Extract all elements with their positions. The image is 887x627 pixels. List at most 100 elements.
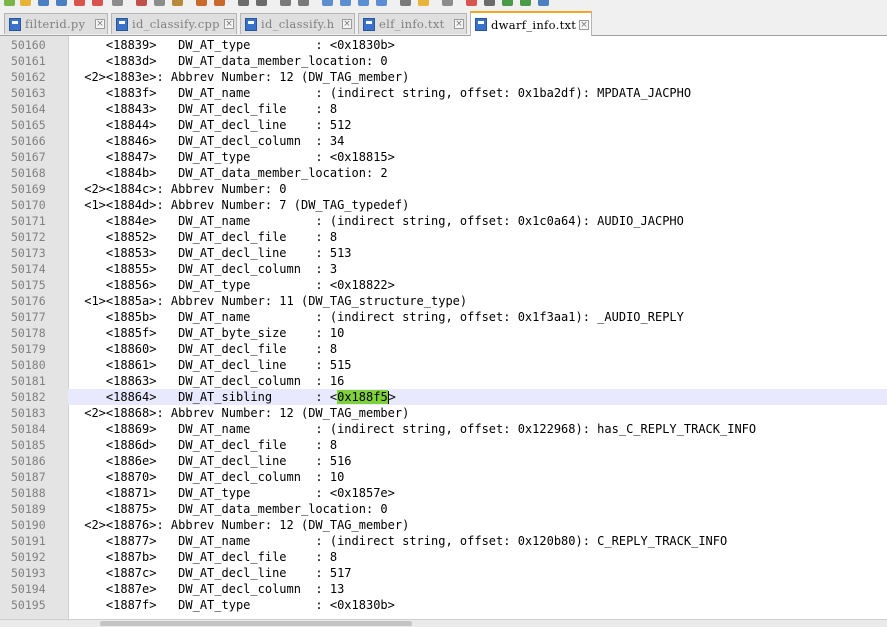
line-text[interactable]: <1883f> DW_AT_name : (indirect string, o… — [77, 85, 691, 101]
tab-close-icon[interactable]: × — [95, 19, 105, 29]
sync-scroll-icon[interactable] — [322, 0, 333, 6]
tab-close-icon[interactable]: × — [579, 19, 589, 30]
line-text[interactable]: <2><1884c>: Abbrev Number: 0 — [77, 181, 286, 197]
save-macro-icon[interactable] — [538, 0, 549, 6]
function-list-icon[interactable] — [400, 0, 411, 6]
code-line[interactable]: 50183 <2><18868>: Abbrev Number: 12 (DW_… — [0, 405, 887, 421]
code-line[interactable]: 50171 <1884e> DW_AT_name : (indirect str… — [0, 213, 887, 229]
code-line[interactable]: 50188 <18871> DW_AT_type : <0x1857e> — [0, 485, 887, 501]
line-text[interactable]: <18860> DW_AT_decl_file : 8 — [77, 341, 337, 357]
code-line[interactable]: 50180 <18861> DW_AT_decl_line : 515 — [0, 357, 887, 373]
tab-close-icon[interactable]: × — [342, 19, 352, 29]
code-line[interactable]: 50176 <1><1885a>: Abbrev Number: 11 (DW_… — [0, 293, 887, 309]
code-line[interactable]: 50163 <1883f> DW_AT_name : (indirect str… — [0, 85, 887, 101]
code-line[interactable]: 50191 <18877> DW_AT_name : (indirect str… — [0, 533, 887, 549]
line-text[interactable]: <18839> DW_AT_type : <0x1830b> — [77, 37, 395, 53]
line-text[interactable]: <1887e> DW_AT_decl_column : 13 — [77, 581, 344, 597]
word-wrap-icon[interactable] — [340, 0, 351, 6]
new-file-icon[interactable] — [4, 0, 15, 6]
line-text[interactable]: <18847> DW_AT_type : <0x18815> — [77, 149, 395, 165]
run-macro-multiple-icon[interactable] — [520, 0, 531, 6]
code-line[interactable]: 50181 <18863> DW_AT_decl_column : 16 — [0, 373, 887, 389]
show-all-chars-icon[interactable] — [358, 0, 369, 6]
code-line[interactable]: 50173 <18853> DW_AT_decl_line : 513 — [0, 245, 887, 261]
code-line[interactable]: 50186 <1886e> DW_AT_decl_line : 516 — [0, 453, 887, 469]
tab-filterid-py[interactable]: filterid.py × — [4, 13, 108, 34]
line-text[interactable]: <18856> DW_AT_type : <0x18822> — [77, 277, 395, 293]
line-text[interactable]: <1885b> DW_AT_name : (indirect string, o… — [77, 309, 684, 325]
record-macro-icon[interactable] — [466, 0, 477, 6]
play-macro-icon[interactable] — [502, 0, 513, 6]
tab-dwarf-info-txt[interactable]: dwarf_info.txt × — [470, 11, 592, 36]
line-text[interactable]: <18871> DW_AT_type : <0x1857e> — [77, 485, 395, 501]
code-line[interactable]: 50169 <2><1884c>: Abbrev Number: 0 — [0, 181, 887, 197]
code-line[interactable]: 50172 <18852> DW_AT_decl_file : 8 — [0, 229, 887, 245]
line-text[interactable]: <1886d> DW_AT_decl_file : 8 — [77, 437, 337, 453]
code-line[interactable]: 50167 <18847> DW_AT_type : <0x18815> — [0, 149, 887, 165]
line-text[interactable]: <18869> DW_AT_name : (indirect string, o… — [77, 421, 756, 437]
line-text[interactable]: <1887c> DW_AT_decl_line : 517 — [77, 565, 352, 581]
code-line[interactable]: 50161 <1883d> DW_AT_data_member_location… — [0, 53, 887, 69]
close-all-icon[interactable] — [92, 0, 103, 6]
line-text[interactable]: <18864> DW_AT_sibling : <0x188f5> — [77, 389, 396, 405]
cut-icon[interactable] — [136, 0, 147, 6]
line-text[interactable]: <1884b> DW_AT_data_member_location: 2 — [77, 165, 388, 181]
line-text[interactable]: <2><1883e>: Abbrev Number: 12 (DW_TAG_me… — [77, 69, 409, 85]
open-file-icon[interactable] — [20, 0, 31, 6]
line-text[interactable]: <18875> DW_AT_data_member_location: 0 — [77, 501, 388, 517]
code-line[interactable]: 50165 <18844> DW_AT_decl_line : 512 — [0, 117, 887, 133]
zoom-in-icon[interactable] — [280, 0, 291, 6]
code-line[interactable]: 50174 <18855> DW_AT_decl_column : 3 — [0, 261, 887, 277]
line-text[interactable]: <18855> DW_AT_decl_column : 3 — [77, 261, 337, 277]
line-text[interactable]: <1887b> DW_AT_decl_file : 8 — [77, 549, 337, 565]
line-text[interactable]: <18846> DW_AT_decl_column : 34 — [77, 133, 344, 149]
code-line[interactable]: 50179 <18860> DW_AT_decl_file : 8 — [0, 341, 887, 357]
redo-icon[interactable] — [214, 0, 225, 6]
code-line[interactable]: 50162 <2><1883e>: Abbrev Number: 12 (DW_… — [0, 69, 887, 85]
zoom-out-icon[interactable] — [298, 0, 309, 6]
code-line[interactable]: 50195 <1887f> DW_AT_type : <0x1830b> — [0, 597, 887, 613]
paste-icon[interactable] — [172, 0, 183, 6]
indent-guide-icon[interactable] — [376, 0, 387, 6]
line-text[interactable]: <2><18868>: Abbrev Number: 12 (DW_TAG_me… — [77, 405, 409, 421]
tab-id-classify-h[interactable]: id_classify.h × — [240, 13, 355, 34]
save-all-icon[interactable] — [56, 0, 67, 6]
code-line[interactable]: 50166 <18846> DW_AT_decl_column : 34 — [0, 133, 887, 149]
code-line[interactable]: 50193 <1887c> DW_AT_decl_line : 517 — [0, 565, 887, 581]
line-text[interactable]: <18843> DW_AT_decl_file : 8 — [77, 101, 337, 117]
tab-close-icon[interactable]: × — [454, 19, 464, 29]
folder-workspace-icon[interactable] — [418, 0, 429, 6]
line-text[interactable]: <18870> DW_AT_decl_column : 10 — [77, 469, 344, 485]
line-text[interactable]: <18861> DW_AT_decl_line : 515 — [77, 357, 352, 373]
line-text[interactable]: <1887f> DW_AT_type : <0x1830b> — [77, 597, 395, 613]
code-line[interactable]: 50170 <1><1884d>: Abbrev Number: 7 (DW_T… — [0, 197, 887, 213]
scrollbar-thumb[interactable] — [100, 621, 412, 626]
code-line[interactable]: 50160 <18839> DW_AT_type : <0x1830b> — [0, 37, 887, 53]
line-text[interactable]: <1883d> DW_AT_data_member_location: 0 — [77, 53, 388, 69]
code-line[interactable]: 50168 <1884b> DW_AT_data_member_location… — [0, 165, 887, 181]
code-line[interactable]: 50187 <18870> DW_AT_decl_column : 10 — [0, 469, 887, 485]
line-text[interactable]: <18877> DW_AT_name : (indirect string, o… — [77, 533, 727, 549]
undo-icon[interactable] — [196, 0, 207, 6]
monitoring-icon[interactable] — [442, 0, 453, 6]
line-text[interactable]: <18844> DW_AT_decl_line : 512 — [77, 117, 352, 133]
line-text[interactable]: <1><1884d>: Abbrev Number: 7 (DW_TAG_typ… — [77, 197, 409, 213]
replace-icon[interactable] — [256, 0, 267, 6]
stop-macro-icon[interactable] — [484, 0, 495, 6]
line-text[interactable]: <1884e> DW_AT_name : (indirect string, o… — [77, 213, 684, 229]
print-icon[interactable] — [112, 0, 123, 6]
copy-icon[interactable] — [154, 0, 165, 6]
text-editor[interactable]: 50160 <18839> DW_AT_type : <0x1830b> 5016… — [0, 36, 887, 619]
close-icon[interactable] — [74, 0, 85, 6]
line-text[interactable]: <18863> DW_AT_decl_column : 16 — [77, 373, 344, 389]
code-line[interactable]: 50175 <18856> DW_AT_type : <0x18822> — [0, 277, 887, 293]
code-line[interactable]: 50192 <1887b> DW_AT_decl_file : 8 — [0, 549, 887, 565]
code-line[interactable]: 50194 <1887e> DW_AT_decl_column : 13 — [0, 581, 887, 597]
line-text[interactable]: <1><1885a>: Abbrev Number: 11 (DW_TAG_st… — [77, 293, 467, 309]
line-text[interactable]: <1885f> DW_AT_byte_size : 10 — [77, 325, 344, 341]
line-text[interactable]: <18853> DW_AT_decl_line : 513 — [77, 245, 352, 261]
save-icon[interactable] — [38, 0, 49, 6]
tab-elf-info-txt[interactable]: elf_info.txt × — [358, 13, 467, 34]
line-text[interactable]: <18852> DW_AT_decl_file : 8 — [77, 229, 337, 245]
line-text[interactable]: <1886e> DW_AT_decl_line : 516 — [77, 453, 352, 469]
